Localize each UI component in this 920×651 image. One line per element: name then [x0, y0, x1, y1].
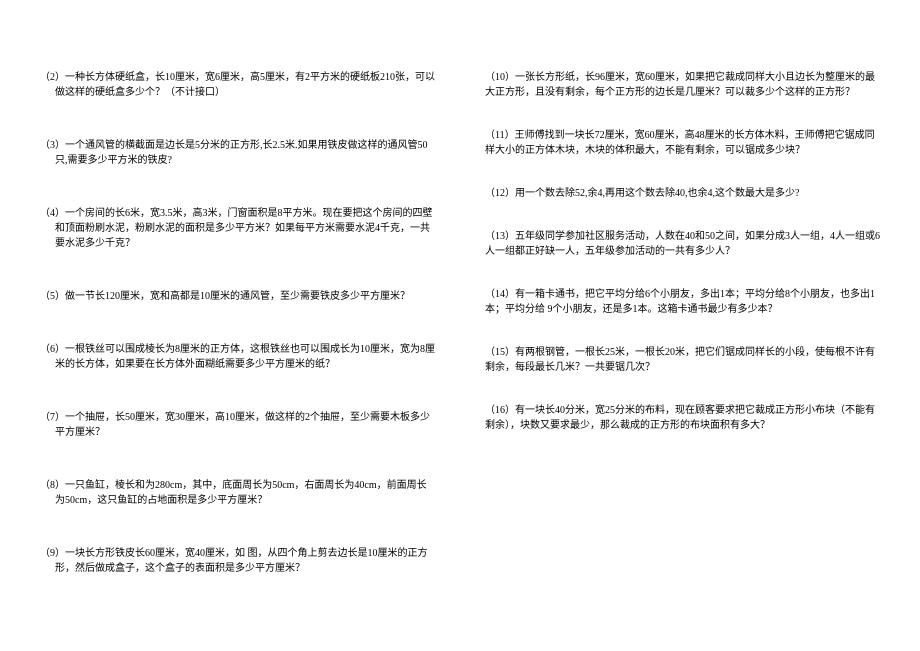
problem-13: （13）五年级同学参加社区服务活动，人数在40和50之间，如果分成3人一组，4人… — [485, 229, 880, 259]
right-column: （10）一张长方形纸，长96厘米，宽60厘米，如果把它裁成同样大小且边长为整厘米… — [465, 70, 880, 631]
problem-15: （15）有两根钢管，一根长25米，一根长20米，把它们锯成同样长的小段，使每根不… — [485, 345, 880, 375]
problem-3: （3）一个通风管的横截面是边长是5分米的正方形,长2.5米.如果用铁皮做这样的通… — [40, 138, 435, 168]
problem-4: （4）一个房间的长6米，宽3.5米，高3米，门窗面积是8平方米。现在要把这个房间… — [40, 206, 435, 251]
problem-10: （10）一张长方形纸，长96厘米，宽60厘米，如果把它裁成同样大小且边长为整厘米… — [485, 70, 880, 100]
problem-14: （14）有一箱卡通书，把它平均分给6个小朋友，多出1本；平均分给8个小朋友，也多… — [485, 287, 880, 317]
problem-8: （8）一只鱼缸，棱长和为280cm，其中，底面周长为50cm，右面周长为40cm… — [40, 478, 435, 508]
problem-6: （6）一根铁丝可以围成棱长为8厘米的正方体，这根铁丝也可以围成长为10厘米，宽为… — [40, 342, 435, 372]
problem-12: （12）用一个数去除52,余4,再用这个数去除40,也余4,这个数最大是多少? — [485, 186, 880, 201]
problem-16: （16）有一块长40分米，宽25分米的布料，现在顾客要求把它裁成正方形小布块（不… — [485, 403, 880, 433]
problem-2: （2）一种长方体硬纸盒，长10厘米，宽6厘米，高5厘米，有2平方米的硬纸板210… — [40, 70, 435, 100]
problem-5: （5）做一节长120厘米，宽和高都是10厘米的通风管，至少需要铁皮多少平方厘米？ — [40, 289, 435, 304]
problem-11: （11）王师傅找到一块长72厘米，宽60厘米，高48厘米的长方体木料，王师傅把它… — [485, 128, 880, 158]
left-column: （2）一种长方体硬纸盒，长10厘米，宽6厘米，高5厘米，有2平方米的硬纸板210… — [40, 70, 465, 631]
problem-9: （9）一块长方形铁皮长60厘米，宽40厘米，如 图，从四个角上剪去边长是10厘米… — [40, 546, 435, 576]
problem-7: （7）一个抽屉，长50厘米，宽30厘米，高10厘米，做这样的2个抽屉，至少需要木… — [40, 410, 435, 440]
